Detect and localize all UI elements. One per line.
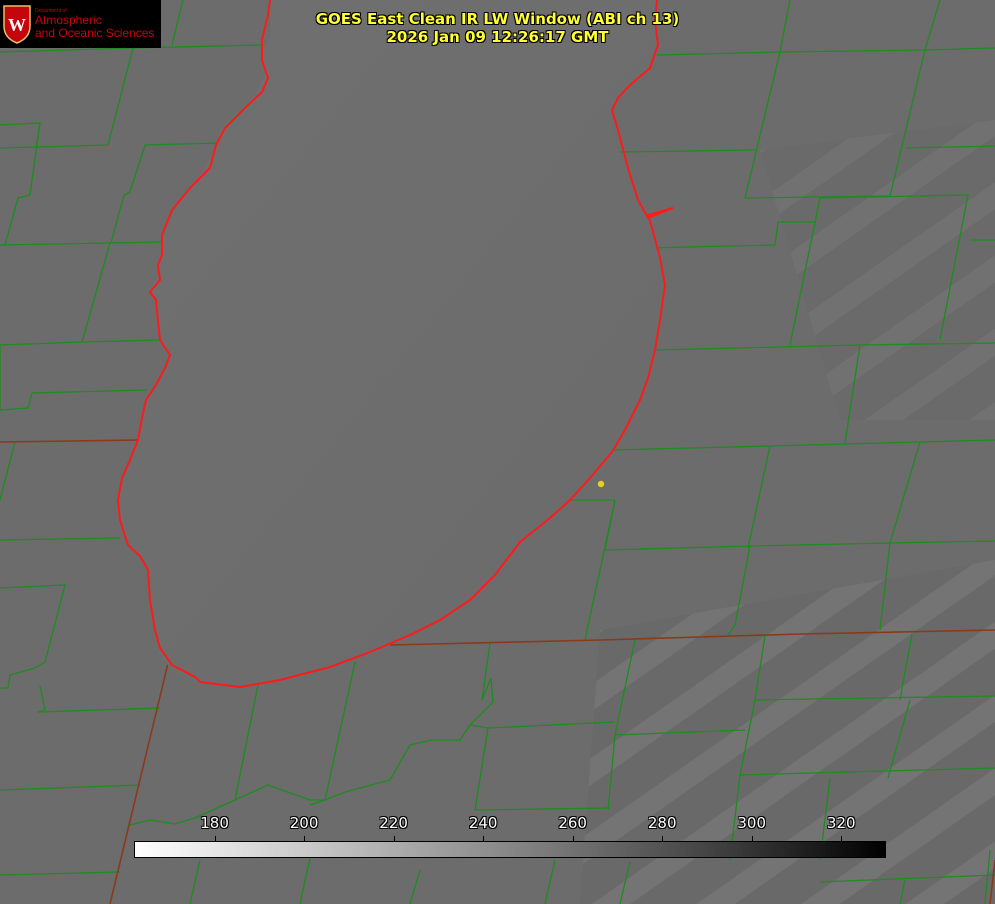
product-title: GOES East Clean IR LW Window (ABI ch 13) [315, 10, 680, 28]
colorbar-tick-labels: 180 200 220 240 260 280 300 320 [134, 814, 886, 842]
department-line-2: and Oceanic Sciences [35, 25, 155, 40]
department-line-1: Atmospheric [35, 13, 102, 28]
image-title: GOES East Clean IR LW Window (ABI ch 13)… [270, 10, 725, 46]
colorbar-tick-label: 180 [200, 814, 229, 832]
uw-crest-icon: W [3, 5, 31, 44]
temperature-colorbar [134, 841, 886, 858]
colorbar-tick-label: 300 [737, 814, 767, 832]
department-name: Department of Atmospheric and Oceanic Sc… [35, 8, 155, 40]
crest-letter: W [8, 15, 26, 35]
satellite-map-viewport[interactable]: W Department of Atmospheric and Oceanic … [0, 0, 995, 904]
colorbar-tick-label: 320 [826, 814, 856, 832]
colorbar-tick-label: 200 [289, 814, 319, 832]
station-marker[interactable] [597, 480, 605, 488]
colorbar-tick-label: 240 [468, 814, 498, 832]
colorbar-tick-label: 220 [379, 814, 408, 832]
observation-time: 2026 Jan 09 12:26:17 GMT [386, 28, 609, 46]
colorbar-tick-label: 280 [647, 814, 677, 832]
satellite-map[interactable] [0, 0, 995, 904]
colorbar-tick-label: 260 [558, 814, 587, 832]
uw-aos-logo: W Department of Atmospheric and Oceanic … [0, 0, 161, 48]
